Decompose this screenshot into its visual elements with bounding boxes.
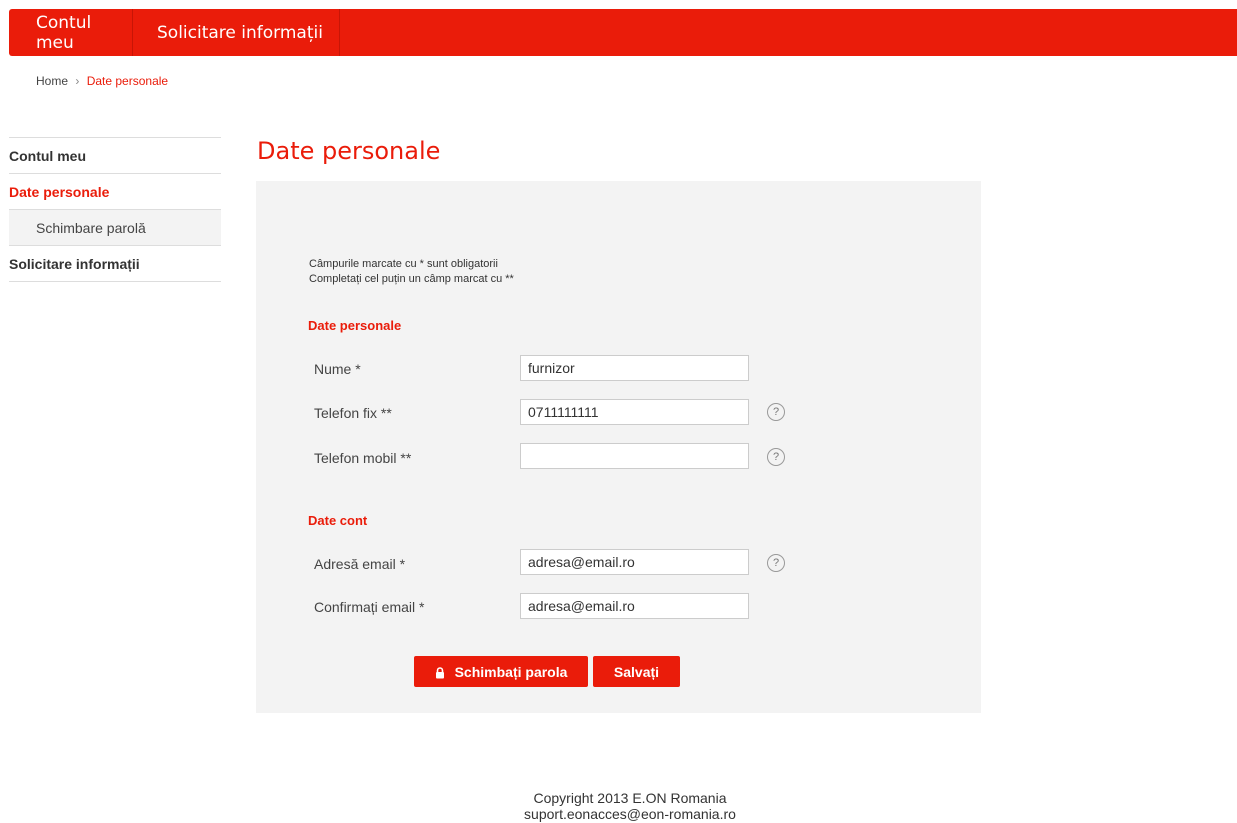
change-password-label: Schimbați parola [454,663,568,680]
confirm-email-label: Confirmați email * [314,599,425,615]
section-date-personale: Date personale [308,318,402,333]
confirm-email-input[interactable] [520,593,749,619]
nume-label: Nume * [314,361,361,377]
breadcrumb-separator: › [75,74,80,88]
sidebar-item-schimbare-parola[interactable]: Schimbare parolă [9,210,221,246]
footer-support-email[interactable]: suport.eonacces@eon-romania.ro [0,806,1237,822]
sidebar-item-label: Schimbare parolă [36,219,146,236]
help-icon[interactable]: ? [767,448,785,466]
topnav-solicitare-informatii[interactable]: Solicitare informații [133,9,340,56]
breadcrumb: Home › Date personale [36,74,168,88]
footer-copyright: Copyright 2013 E.ON Romania [533,790,727,806]
telefon-fix-input[interactable] [520,399,749,425]
help-icon[interactable]: ? [767,554,785,572]
optional-note: Completați cel puțin un câmp marcat cu *… [309,273,514,285]
telefon-mobil-label: Telefon mobil ** [314,450,412,466]
save-label: Salvați [613,663,660,680]
change-password-button[interactable]: Schimbați parola [414,656,588,687]
sidebar-item-contul-meu[interactable]: Contul meu [9,138,221,174]
help-icon[interactable]: ? [767,403,785,421]
email-input[interactable] [520,549,749,575]
telefon-mobil-input[interactable] [520,443,749,469]
required-note: Câmpurile marcate cu * sunt obligatorii [309,258,498,270]
sidebar-item-label: Solicitare informații [9,255,140,272]
save-button[interactable]: Salvați [593,656,680,687]
top-navigation: Contul meu Solicitare informații [9,9,1237,56]
breadcrumb-current: Date personale [86,74,169,88]
topnav-contul-meu[interactable]: Contul meu [9,9,133,56]
email-label: Adresă email * [314,556,406,572]
section-date-cont: Date cont [308,513,368,528]
lock-icon [435,666,445,678]
sidebar-item-label: Date personale [9,183,110,200]
telefon-fix-label: Telefon fix ** [314,405,392,421]
sidebar-item-solicitare-informatii[interactable]: Solicitare informații [9,246,221,282]
nume-input[interactable] [520,355,749,381]
sidebar: Contul meu Date personale Schimbare paro… [9,137,221,282]
sidebar-item-date-personale[interactable]: Date personale [9,174,221,210]
breadcrumb-home[interactable]: Home [36,74,68,88]
page-title: Date personale [257,137,441,165]
form-panel: Câmpurile marcate cu * sunt obligatorii … [256,181,981,713]
sidebar-item-label: Contul meu [9,147,86,164]
